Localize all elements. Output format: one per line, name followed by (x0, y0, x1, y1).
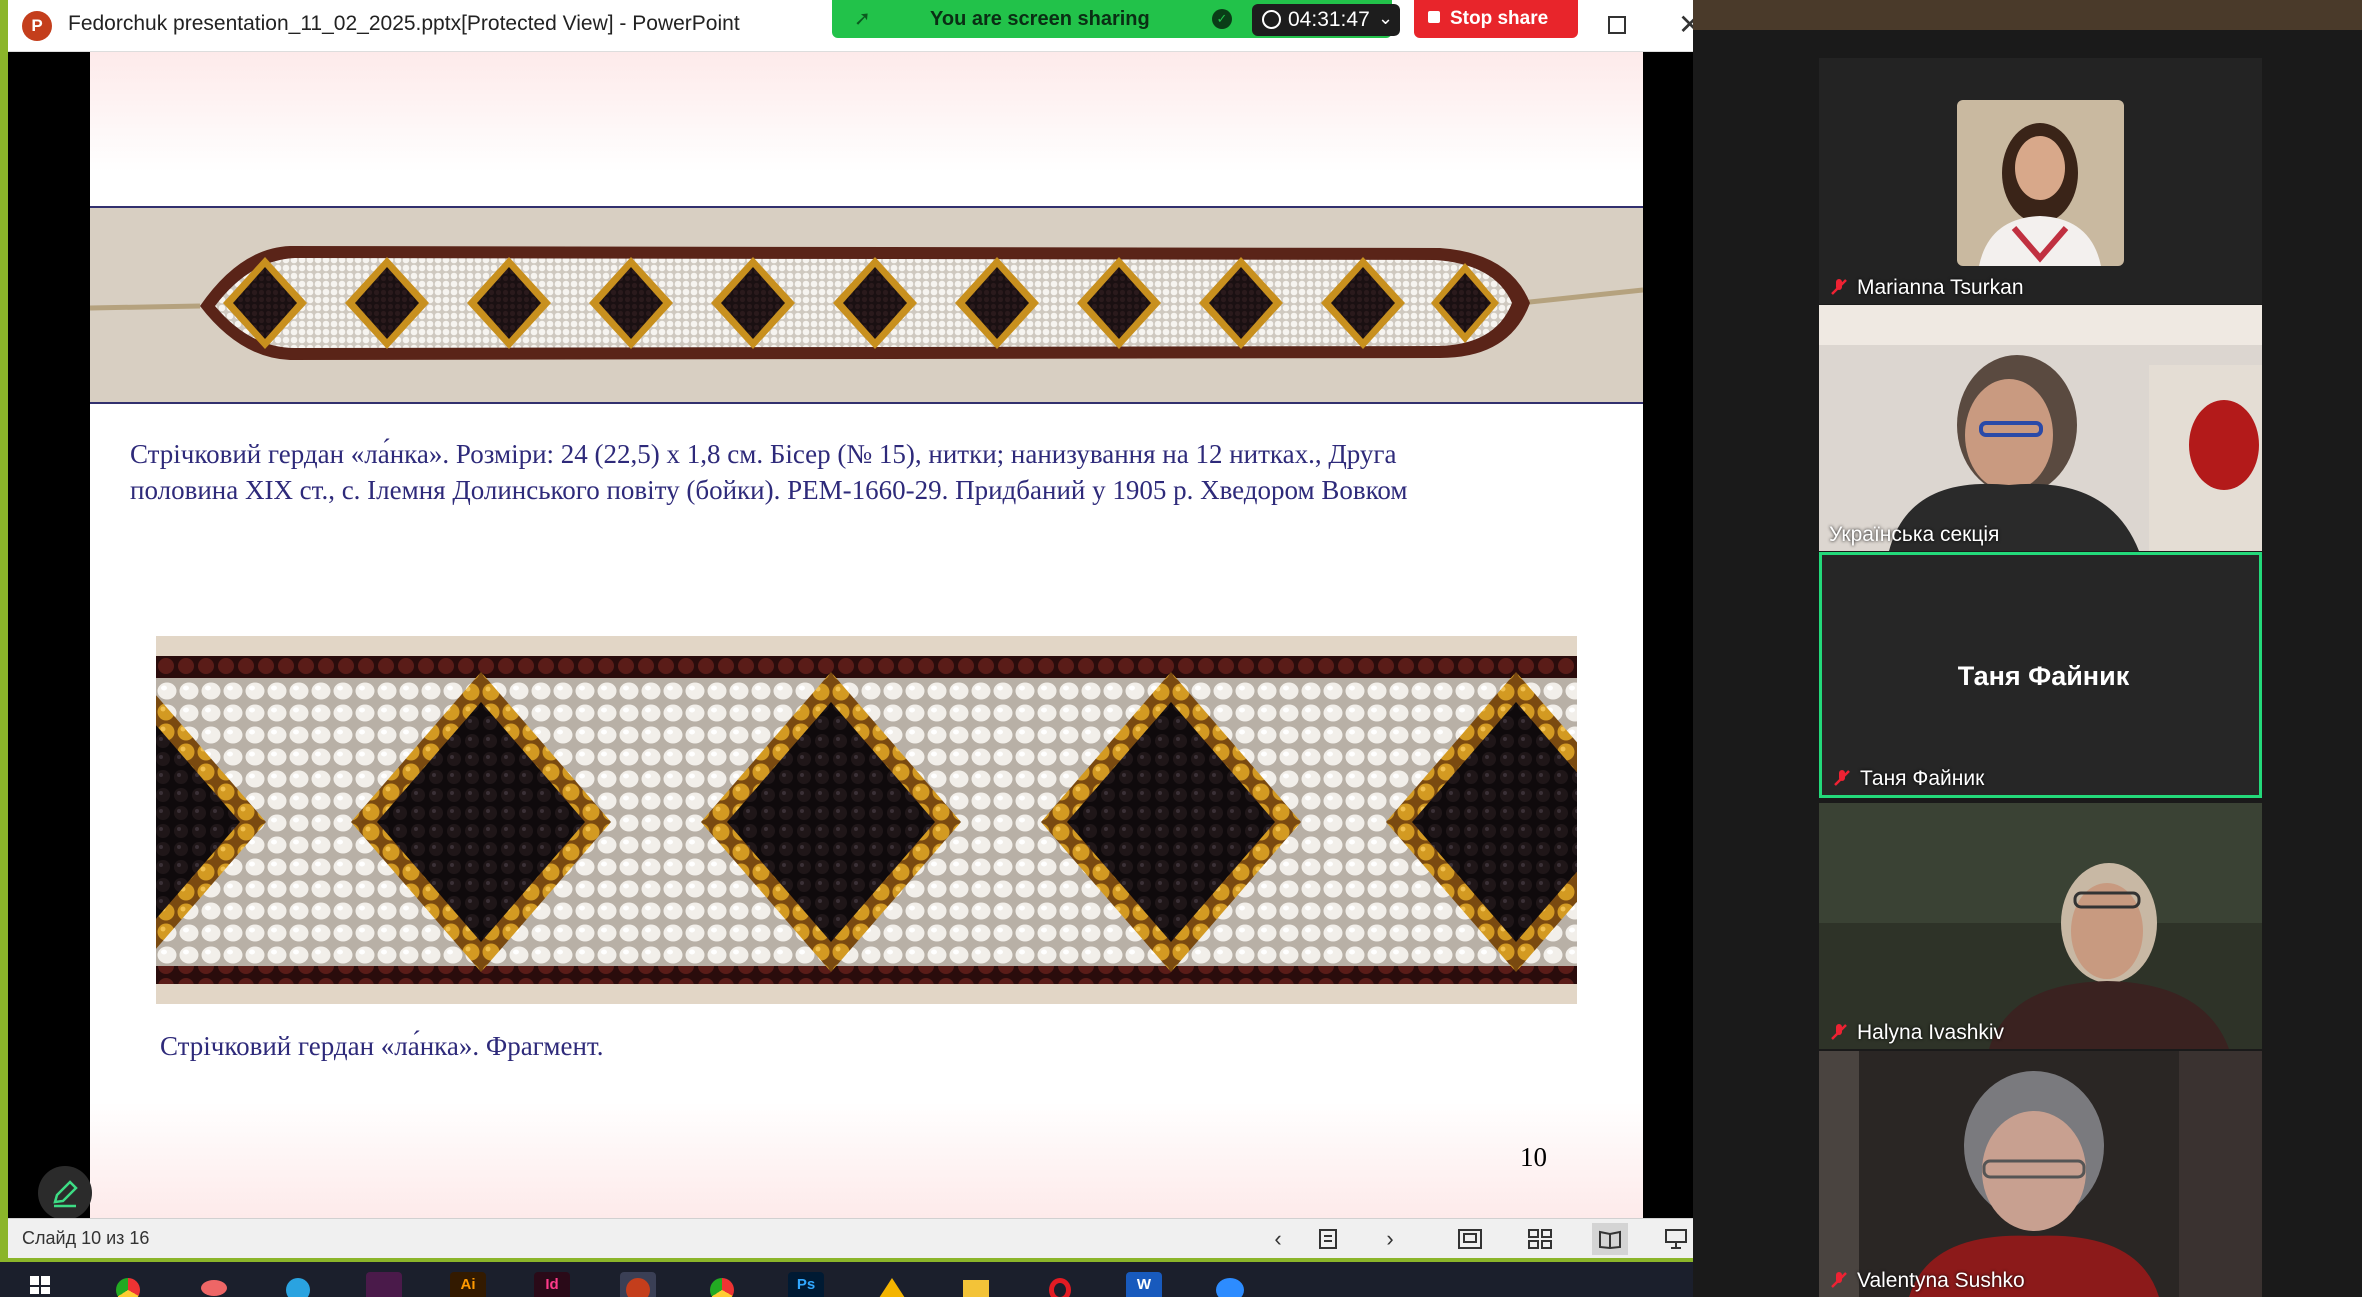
stop-icon (1428, 11, 1440, 23)
grid-icon (1528, 1229, 1552, 1249)
participant-display-name: Таня Файник (1957, 661, 2130, 691)
menu-icon (1319, 1229, 1337, 1249)
participant-name: Marianna Tsurkan (1857, 276, 2024, 299)
meeting-timer[interactable]: 04:31:47 ⌄ (1252, 4, 1400, 36)
beaded-band-photo (90, 206, 1643, 404)
powerpoint-window: P Fedorchuk presentation_11_02_2025.pptx… (0, 0, 1701, 1297)
share-screen-icon: ➚ (854, 8, 871, 30)
indesign-icon[interactable]: Id (534, 1272, 570, 1297)
slide: Стрічковий гердан «ла́нка». Розміри: 24 … (90, 52, 1643, 1218)
timer-value: 04:31:47 (1288, 8, 1370, 31)
slide-menu-button[interactable] (1310, 1223, 1346, 1255)
chrome-icon[interactable] (110, 1272, 146, 1297)
google-drive-icon[interactable] (874, 1272, 910, 1297)
zoom-gallery-panel: Marianna Tsurkan Українська секція Таня … (1693, 0, 2362, 1297)
slideshow-icon (1665, 1229, 1687, 1249)
chrome-2-icon[interactable] (704, 1272, 740, 1297)
participant-video (1819, 305, 2262, 551)
pen-tool-button[interactable] (38, 1166, 92, 1220)
photoshop-icon[interactable]: Ps (788, 1272, 824, 1297)
status-bar: Слайд 10 из 16 ‹ › (8, 1218, 1693, 1258)
screen: { "powerpoint": { "logo_letter": "P", "t… (0, 0, 2362, 1297)
clock-icon (1262, 10, 1281, 29)
maximize-button[interactable] (1608, 16, 1626, 34)
stop-share-button[interactable]: Stop share (1414, 0, 1578, 38)
next-slide-button[interactable]: › (1372, 1223, 1408, 1255)
sharing-status-text: You are screen sharing (930, 8, 1150, 30)
normal-view-icon (1458, 1229, 1482, 1249)
windows-logo-icon (30, 1276, 50, 1296)
participant-video (1819, 1051, 2262, 1297)
slide-caption-main: Стрічковий гердан «ла́нка». Розміри: 24 … (130, 439, 1408, 505)
mic-muted-icon (1831, 279, 1847, 295)
file-explorer-icon[interactable] (958, 1272, 994, 1297)
powerpoint-logo-icon: P (22, 11, 52, 41)
illustrator-icon[interactable]: Ai (450, 1272, 486, 1297)
design-app-icon[interactable] (366, 1272, 402, 1297)
slide-counter: Слайд 10 из 16 (22, 1228, 150, 1248)
pen-icon (53, 1180, 78, 1208)
participant-name: Halyna Ivashkiv (1857, 1021, 2005, 1044)
participant-name: Українська секція (1829, 523, 2000, 546)
fragment-image (156, 636, 1577, 1004)
powerpoint-taskbar-icon[interactable] (620, 1272, 656, 1297)
previous-slide-button[interactable]: ‹ (1260, 1223, 1296, 1255)
normal-view-button[interactable] (1452, 1223, 1488, 1255)
stop-share-label: Stop share (1450, 8, 1549, 29)
windows-start-icon[interactable] (22, 1272, 58, 1297)
participant-name: Таня Файник (1860, 767, 1985, 790)
participant-tile[interactable]: Українська секція (1819, 305, 2262, 551)
participant-tile[interactable]: Valentyna Sushko (1819, 1051, 2262, 1297)
slide-page-number: 10 (1520, 1142, 1547, 1172)
word-icon[interactable]: W (1126, 1272, 1162, 1297)
security-shield-icon: ✓ (1212, 9, 1232, 29)
taskbar: Ai Id Ps W (0, 1262, 1693, 1297)
mic-muted-icon (1834, 770, 1850, 786)
slideshow-button[interactable] (1658, 1223, 1694, 1255)
participant-name: Valentyna Sushko (1857, 1269, 2025, 1292)
participant-tile[interactable]: Marianna Tsurkan (1819, 58, 2262, 304)
mic-muted-icon (1831, 1024, 1847, 1040)
book-icon (1599, 1230, 1621, 1250)
participant-tile-active[interactable]: Таня Файник Таня Файник (1819, 552, 2262, 798)
eye-app-icon[interactable] (196, 1272, 232, 1297)
telegram-icon[interactable] (280, 1272, 316, 1297)
reading-view-button[interactable] (1592, 1223, 1628, 1255)
slide-sorter-button[interactable] (1522, 1223, 1558, 1255)
participant-video (1819, 803, 2262, 1049)
gallery-top-strip (1693, 0, 2362, 30)
mic-muted-icon (1831, 1272, 1847, 1288)
participant-tile[interactable]: Halyna Ivashkiv (1819, 803, 2262, 1049)
beaded-band-image (90, 246, 1643, 360)
slide-caption-fragment: Стрічковий гердан «ла́нка». Фрагмент. (160, 1031, 604, 1061)
chevron-down-icon: ⌄ (1378, 8, 1394, 28)
participant-video (1819, 58, 2262, 304)
window-title: Fedorchuk presentation_11_02_2025.pptx[P… (68, 12, 740, 35)
opera-icon[interactable] (1042, 1272, 1078, 1297)
zoom-icon[interactable] (1212, 1272, 1248, 1297)
beaded-band-fragment-photo (156, 636, 1577, 1004)
